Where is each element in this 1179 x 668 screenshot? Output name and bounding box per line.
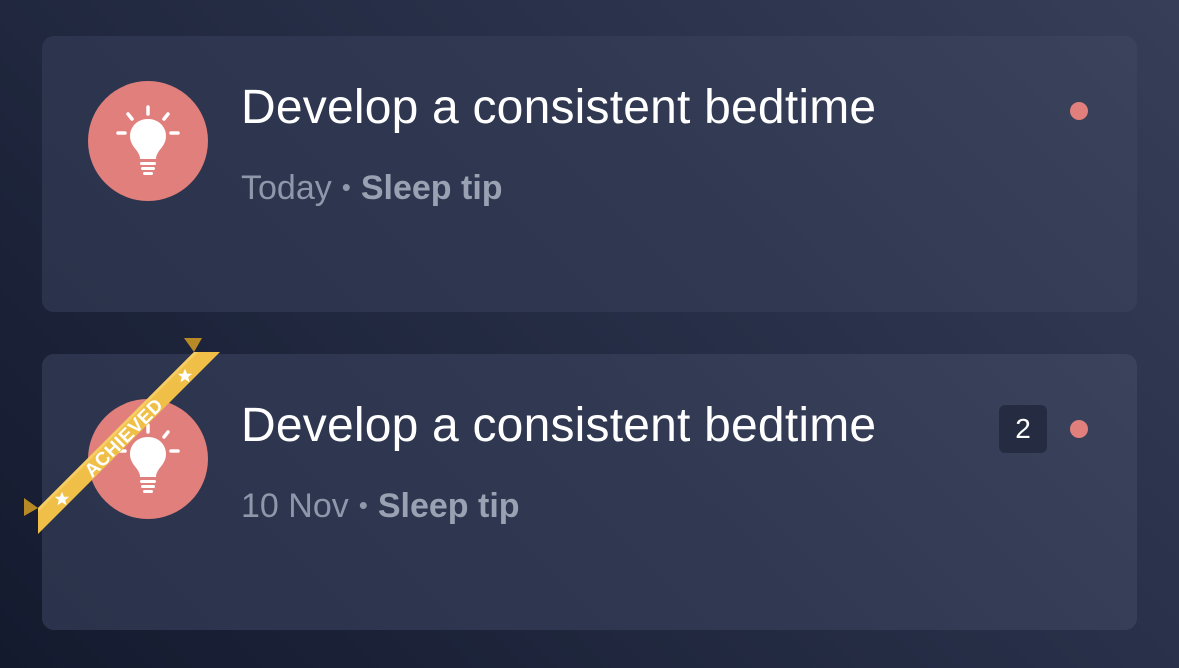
tip-title: Develop a consistent bedtime	[241, 399, 877, 452]
unread-dot	[1070, 102, 1088, 120]
tip-meta: Today • Sleep tip	[241, 169, 503, 208]
meta-separator: •	[358, 490, 368, 520]
star-icon	[54, 491, 70, 506]
tip-meta: 10 Nov • Sleep tip	[241, 487, 520, 526]
lightbulb-icon	[116, 105, 180, 175]
meta-separator: •	[341, 172, 351, 202]
tip-icon-badge	[88, 81, 208, 201]
tip-date: 10 Nov	[241, 487, 349, 525]
tip-card-2[interactable]: Develop a consistent bedtime 10 Nov • Slee…	[24, 338, 1137, 630]
tip-category: Sleep tip	[360, 169, 503, 207]
tip-icon-badge	[88, 399, 208, 519]
tip-category: Sleep tip	[377, 487, 520, 525]
tip-date: Today	[241, 169, 332, 207]
unread-dot	[1070, 420, 1088, 438]
count-badge: 2	[999, 405, 1047, 453]
star-icon	[177, 368, 193, 383]
tip-card-1[interactable]: Develop a consistent bedtime Today • Sleep…	[42, 36, 1137, 312]
lightbulb-icon	[116, 423, 180, 493]
tip-title: Develop a consistent bedtime	[241, 81, 877, 134]
